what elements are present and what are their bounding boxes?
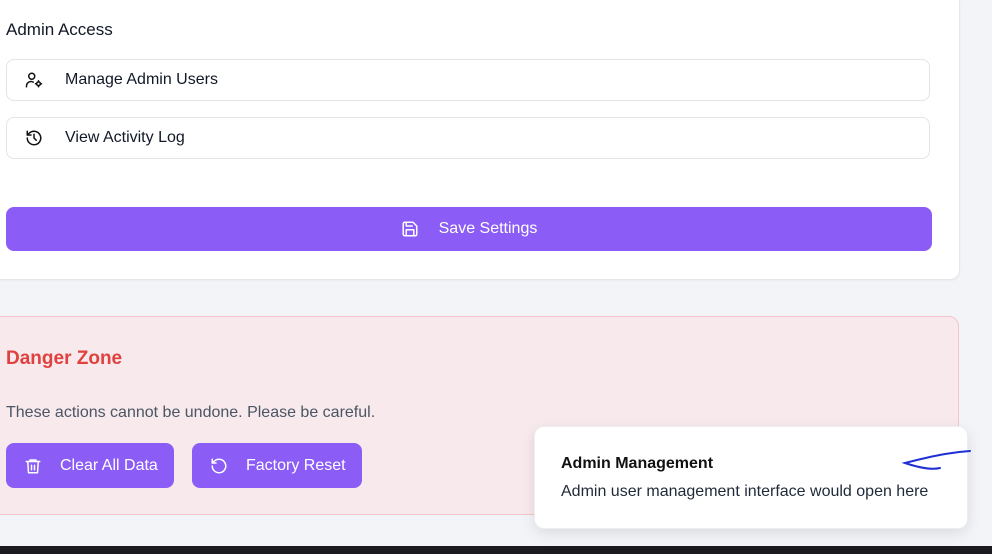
danger-zone-description: These actions cannot be undone. Please b…	[6, 404, 376, 421]
manage-admin-users-label: Manage Admin Users	[65, 71, 218, 88]
taskbar-strip	[0, 546, 992, 554]
user-gear-icon	[24, 70, 44, 90]
save-settings-button[interactable]: Save Settings	[6, 207, 932, 251]
clear-all-data-label: Clear All Data	[60, 456, 158, 474]
admin-access-title: Admin Access	[6, 20, 113, 39]
danger-zone-title: Danger Zone	[6, 348, 123, 369]
annotation-arrow-icon	[901, 450, 971, 470]
view-activity-log-label: View Activity Log	[65, 129, 185, 146]
reset-icon	[210, 457, 228, 475]
save-settings-label: Save Settings	[438, 220, 538, 237]
save-icon	[401, 220, 419, 238]
clear-all-data-button[interactable]: Clear All Data	[6, 443, 174, 488]
factory-reset-label: Factory Reset	[246, 456, 346, 474]
toast-title: Admin Management	[561, 455, 714, 472]
manage-admin-users-button[interactable]: Manage Admin Users	[6, 59, 930, 101]
history-icon	[24, 128, 44, 148]
toast-message: Admin user management interface would op…	[561, 483, 929, 500]
view-activity-log-button[interactable]: View Activity Log	[6, 117, 930, 159]
factory-reset-button[interactable]: Factory Reset	[192, 443, 362, 488]
trash-icon	[24, 457, 42, 475]
